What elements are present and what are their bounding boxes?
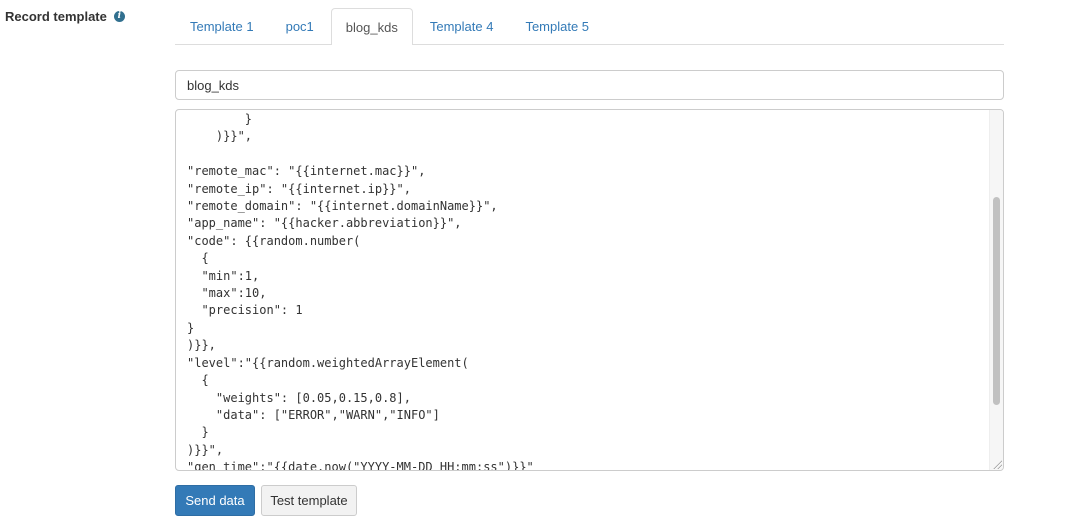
info-icon[interactable]: i [113,11,125,22]
resize-handle-icon[interactable] [992,459,1002,469]
record-template-page: Record template i Template 1 poc1 blog_k… [0,0,1080,522]
template-name-input[interactable] [175,70,1004,100]
template-editor[interactable]: } )}}", "remote_mac": "{{internet.mac}}"… [175,109,1004,471]
tab-blog-kds[interactable]: blog_kds [330,8,413,45]
tab-template-4[interactable]: Template 4 [415,8,509,44]
test-template-button[interactable]: Test template [261,485,357,516]
template-tabs: Template 1 poc1 blog_kds Template 4 Temp… [175,7,1004,45]
record-template-label-row: Record template i [5,9,125,24]
editor-scrollbar[interactable] [989,110,1003,470]
send-data-button[interactable]: Send data [175,485,255,516]
record-template-label: Record template [5,9,107,24]
template-code[interactable]: } )}}", "remote_mac": "{{internet.mac}}"… [176,111,989,470]
editor-scroll-thumb[interactable] [993,197,1000,405]
tab-template-1[interactable]: Template 1 [175,8,269,44]
tab-template-5[interactable]: Template 5 [510,8,604,44]
tab-poc1[interactable]: poc1 [271,8,329,44]
